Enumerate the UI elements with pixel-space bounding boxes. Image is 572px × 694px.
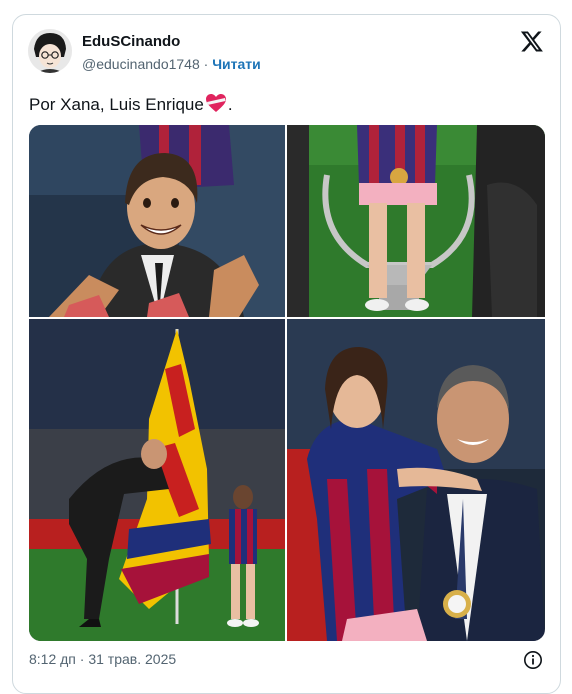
author-handle-row: @educinando1748 · Читати [82,56,261,72]
tweet-timestamp[interactable]: 8:12 дп · 31 трав. 2025 [29,651,176,667]
author-display-name[interactable]: EduSCinando [82,33,180,50]
tweet-text-main: Por Xana, Luis Enrique [29,95,204,114]
media-tile-anime-illustration[interactable] [29,125,285,317]
media-tile-flag-moment[interactable] [29,319,285,641]
heart-ribbon-emoji-icon [205,93,227,118]
anime-avatar-icon [28,29,72,73]
tweet-text: Por Xana, Luis Enrique . [29,93,233,118]
x-logo-icon[interactable] [520,29,544,53]
follow-link[interactable]: Читати [212,56,261,72]
media-tile-hug[interactable] [287,319,545,641]
author-avatar[interactable] [28,29,72,73]
info-icon[interactable] [523,650,543,670]
handle-separator: · [203,56,209,72]
tweet-text-end: . [227,95,233,114]
author-handle[interactable]: @educinando1748 [82,56,200,72]
media-tile-trophy-girl[interactable] [287,125,545,317]
media-grid[interactable] [29,125,545,641]
